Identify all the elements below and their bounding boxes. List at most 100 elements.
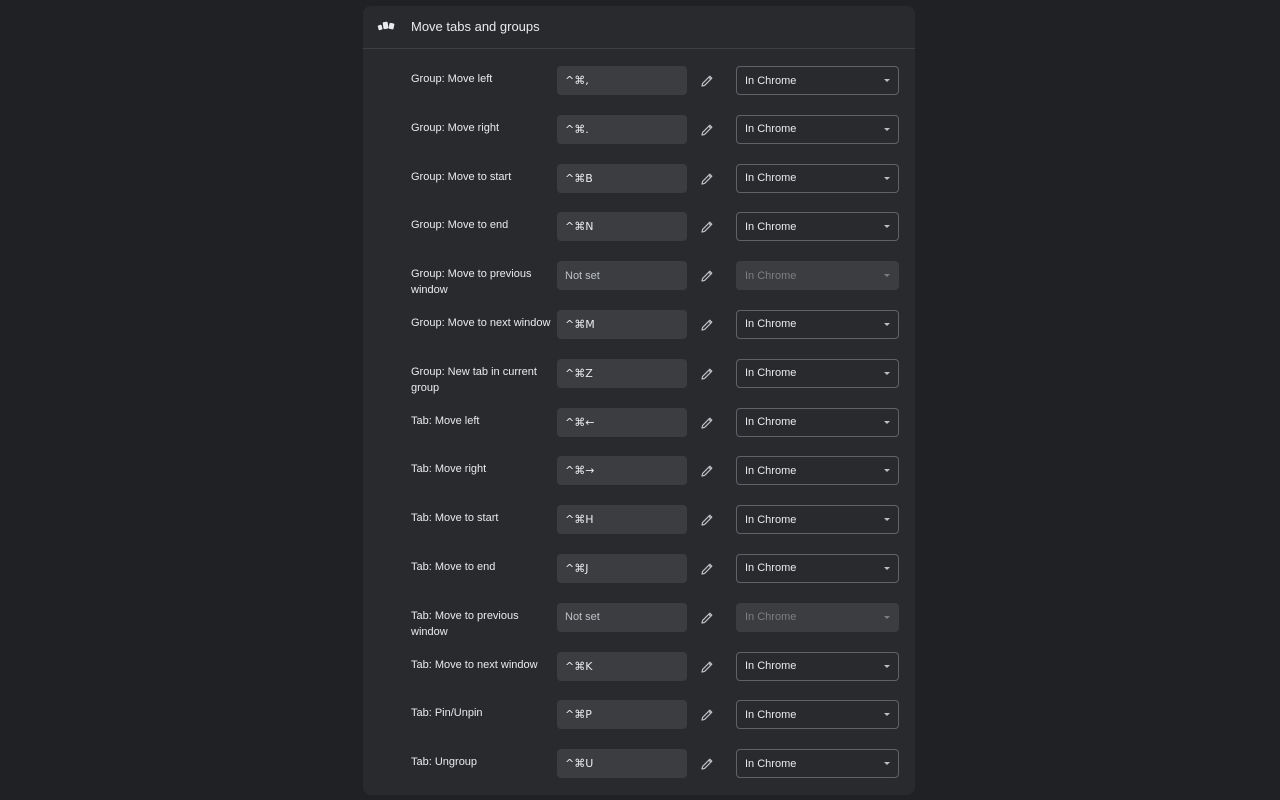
shortcut-field[interactable]: ^⌘B [557,163,687,193]
shortcut-field[interactable]: ^⌘K [557,651,687,681]
scope-value: In Chrome [745,172,797,185]
edit-shortcut-button[interactable] [697,217,717,237]
command-label: Tab: Move left [411,414,480,427]
shortcut-field[interactable]: ^⌘H [557,505,687,535]
edit-shortcut-button[interactable] [697,510,717,530]
command-label: Group: Move to start [411,170,512,183]
pencil-icon [701,124,713,136]
shortcut-row: Group: Move right ^⌘. In Chrome [363,112,915,161]
shortcut-field[interactable]: ^⌘Z [557,358,687,388]
edit-shortcut-button[interactable] [697,71,717,91]
shortcut-field[interactable]: ^⌘P [557,700,687,730]
scope-dropdown[interactable]: In Chrome [736,358,899,388]
scope-dropdown[interactable]: In Chrome [736,407,899,437]
shortcut-row: Tab: Move to start ^⌘H In Chrome [363,502,915,551]
shortcut-field[interactable]: Not set [557,602,687,632]
pencil-icon [701,465,713,477]
scope-dropdown[interactable]: In Chrome [736,114,899,144]
scope-dropdown[interactable]: In Chrome [736,456,899,486]
scope-dropdown[interactable]: In Chrome [736,212,899,242]
pencil-icon [701,417,713,429]
command-label: Group: Move to end [411,219,509,232]
pencil-icon [701,270,713,282]
edit-shortcut-button[interactable] [697,559,717,579]
shortcut-row: Group: New tab in current group ^⌘Z In C… [363,356,915,405]
edit-shortcut-button[interactable] [697,657,717,677]
shortcut-field[interactable]: ^⌘J [557,553,687,583]
scope-dropdown[interactable]: In Chrome [736,505,899,535]
scope-value: In Chrome [745,367,797,380]
pencil-icon [701,368,713,380]
scope-dropdown: In Chrome [736,602,899,632]
edit-shortcut-button[interactable] [697,754,717,774]
edit-shortcut-button[interactable] [697,364,717,384]
edit-shortcut-button[interactable] [697,705,717,725]
scope-value: In Chrome [745,660,797,673]
chevron-down-icon [884,664,890,668]
chevron-down-icon [884,371,890,375]
scope-value: In Chrome [745,220,797,233]
scope-value: In Chrome [745,318,797,331]
chevron-down-icon [884,79,890,82]
edit-shortcut-button[interactable] [697,266,717,286]
edit-shortcut-button[interactable] [697,315,717,335]
command-label: Tab: Move right [411,463,487,476]
shortcut-row: Group: Move left ^⌘, In Chrome [363,63,915,112]
pencil-icon [701,319,713,331]
edit-shortcut-button[interactable] [697,120,717,140]
command-label: Group: Move right [411,121,500,134]
scope-value: In Chrome [745,513,797,526]
shortcut-field[interactable]: ^⌘← [557,407,687,437]
command-label: Tab: Move to end [411,560,496,573]
scope-value: In Chrome [745,123,797,136]
shortcut-field[interactable]: ^⌘. [557,114,687,144]
shortcut-field[interactable]: ^⌘→ [557,456,687,486]
shortcut-row: Tab: Ungroup ^⌘U In Chrome [363,746,915,795]
edit-shortcut-button[interactable] [697,413,717,433]
shortcut-field[interactable]: Not set [557,261,687,291]
command-label: Group: Move to next window [411,316,551,329]
shortcut-row: Group: Move to previous window Not set I… [363,258,915,307]
scope-value: In Chrome [745,757,797,770]
scope-dropdown[interactable]: In Chrome [736,700,899,730]
scope-dropdown[interactable]: In Chrome [736,651,899,681]
edit-shortcut-button[interactable] [697,608,717,628]
command-label: Tab: Pin/Unpin [411,707,483,720]
section-title: Move tabs and groups [411,19,540,34]
scope-dropdown[interactable]: In Chrome [736,309,899,339]
shortcut-field[interactable]: ^⌘N [557,212,687,242]
pencil-icon [701,758,713,770]
chevron-down-icon [884,274,890,278]
scope-dropdown: In Chrome [736,261,899,291]
pencil-icon [701,709,713,721]
chevron-down-icon [884,176,890,180]
command-label: Group: Move left [411,73,493,85]
scope-value: In Chrome [745,464,797,477]
shortcut-row: Tab: Move to next window ^⌘K In Chrome [363,649,915,698]
command-label: Tab: Move to previous window [411,609,519,638]
shortcut-row: Tab: Pin/Unpin ^⌘P In Chrome [363,697,915,746]
shortcut-field[interactable]: ^⌘, [557,66,687,95]
scope-value: In Chrome [745,562,797,575]
chevron-down-icon [884,566,890,570]
shortcut-field[interactable]: ^⌘U [557,749,687,779]
pencil-icon [701,173,713,185]
shortcuts-card: Move tabs and groups Group: Move left ^⌘… [363,6,915,795]
scope-dropdown[interactable]: In Chrome [736,553,899,583]
extension-logo-icon [377,21,395,31]
shortcut-field[interactable]: ^⌘M [557,309,687,339]
scope-value: In Chrome [745,708,797,721]
shortcut-row: Group: Move to end ^⌘N In Chrome [363,209,915,258]
scope-dropdown[interactable]: In Chrome [736,163,899,193]
pencil-icon [701,612,713,624]
chevron-down-icon [884,469,890,473]
edit-shortcut-button[interactable] [697,169,717,189]
scope-dropdown[interactable]: In Chrome [736,66,899,95]
chevron-down-icon [884,518,890,522]
pencil-icon [701,514,713,526]
scope-value: In Chrome [745,269,797,282]
chevron-down-icon [884,322,890,326]
edit-shortcut-button[interactable] [697,461,717,481]
scope-dropdown[interactable]: In Chrome [736,749,899,779]
shortcut-row: Tab: Move to previous window Not set In … [363,600,915,649]
